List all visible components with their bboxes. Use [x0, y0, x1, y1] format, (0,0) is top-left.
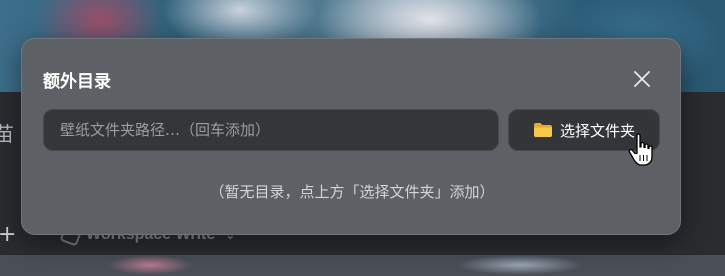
background-add-icon: +: [0, 222, 17, 247]
close-button[interactable]: [628, 65, 656, 93]
empty-state-hint: （暂无目录，点上方「选择文件夹」添加）: [209, 183, 495, 201]
folder-path-input[interactable]: [43, 109, 499, 151]
background-left-glyph: 苗: [0, 122, 14, 146]
extra-directories-dialog: 额外目录 选择文件夹 （暂无目录，点上方「选择文件夹」添加）: [21, 38, 681, 235]
background-bottom-strip: [0, 255, 725, 276]
hand-pointer-cursor: [628, 133, 653, 166]
close-icon: [634, 71, 650, 87]
dialog-title: 额外目录: [43, 72, 111, 92]
folder-icon: [533, 123, 552, 137]
choose-folder-label: 选择文件夹: [559, 121, 635, 140]
